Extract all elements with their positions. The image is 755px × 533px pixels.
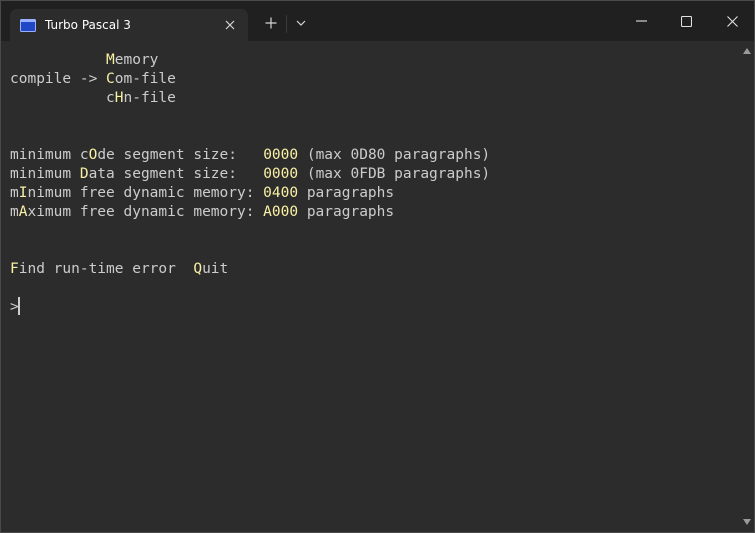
terminal-text: c	[10, 90, 115, 106]
hotkey-letter: 0000	[263, 166, 299, 182]
terminal-output[interactable]: Memory compile -> Com-file cHn-file mini…	[1, 41, 754, 532]
terminal-text: m	[10, 185, 19, 201]
terminal-window: Turbo Pascal 3 Memory compile -> Com-fil…	[0, 0, 755, 533]
hotkey-letter: F	[10, 261, 19, 277]
terminal-text: minimum	[10, 166, 80, 182]
text-cursor	[18, 297, 20, 315]
terminal-text: ind run-time error	[18, 261, 194, 277]
terminal-text: minimum c	[10, 147, 89, 163]
option-line-data-segment: minimum Data segment size: 0000 (max 0FD…	[10, 165, 490, 184]
terminal-text: emory	[114, 52, 159, 68]
terminal-app-icon	[20, 18, 36, 32]
hotkey-letter: M	[106, 52, 115, 68]
dropdown-chevron-down-icon[interactable]	[293, 13, 309, 33]
terminal-text: ata segment size:	[88, 166, 264, 182]
tab-turbo-pascal[interactable]: Turbo Pascal 3	[10, 9, 248, 41]
titlebar: Turbo Pascal 3	[1, 1, 754, 41]
terminal-text: om-file	[114, 71, 176, 87]
hotkey-letter: 0000	[263, 147, 299, 163]
terminal-text: n-file	[123, 90, 176, 106]
terminal-text: paragraphs	[298, 204, 395, 220]
menu-line-find-quit: Find run-time error Quit	[10, 260, 228, 279]
maximize-icon[interactable]	[671, 9, 701, 33]
terminal-text: nimum free dynamic memory:	[27, 185, 264, 201]
option-line-min-dynamic-memory: mInimum free dynamic memory: 0400 paragr…	[10, 184, 394, 203]
terminal-text: uit	[202, 261, 229, 277]
hotkey-letter: Q	[193, 261, 203, 277]
titlebar-separator	[286, 15, 287, 33]
terminal-text: (max 0FDB paragraphs)	[298, 166, 491, 182]
tab-close-icon[interactable]	[222, 17, 238, 33]
option-line-max-dynamic-memory: mAximum free dynamic memory: A000 paragr…	[10, 203, 394, 222]
hotkey-letter: C	[106, 71, 115, 87]
option-line-code-segment: minimum cOde segment size: 0000 (max 0D8…	[10, 146, 490, 165]
terminal-text: compile ->	[10, 71, 107, 87]
tab-title: Turbo Pascal 3	[45, 18, 131, 32]
menu-line-chn-file: cHn-file	[10, 89, 176, 108]
terminal-text: paragraphs	[298, 185, 395, 201]
terminal-text: de segment size:	[97, 147, 264, 163]
close-window-icon[interactable]	[717, 9, 747, 33]
menu-line-com-file: compile -> Com-file	[10, 70, 176, 89]
hotkey-letter: D	[79, 166, 89, 182]
hotkey-letter: O	[88, 147, 98, 163]
scroll-down-arrow-icon[interactable]	[743, 518, 751, 526]
scroll-up-arrow-icon[interactable]	[743, 47, 751, 55]
hotkey-letter: H	[114, 90, 124, 106]
menu-line-memory: Memory	[10, 51, 158, 70]
terminal-text: ximum free dynamic memory:	[27, 204, 264, 220]
hotkey-letter: 0400	[263, 185, 299, 201]
terminal-text: (max 0D80 paragraphs)	[298, 147, 491, 163]
new-tab-plus-icon[interactable]	[263, 13, 279, 33]
terminal-text: m	[10, 204, 19, 220]
minimize-icon[interactable]	[626, 9, 656, 33]
hotkey-letter: A000	[263, 204, 299, 220]
